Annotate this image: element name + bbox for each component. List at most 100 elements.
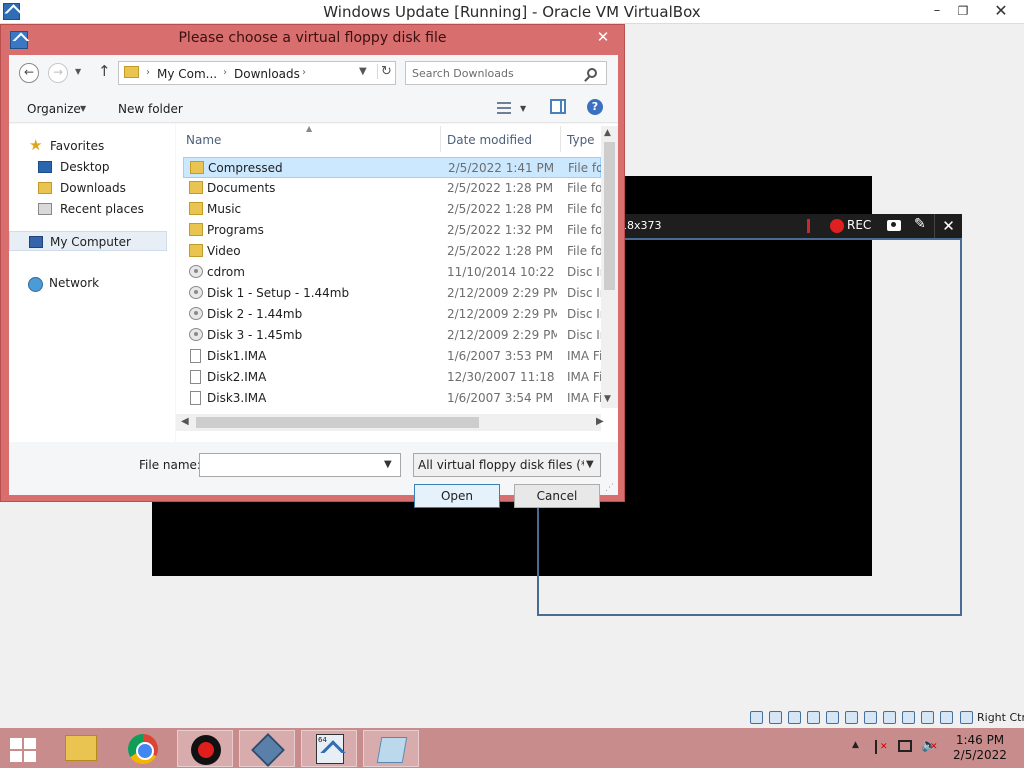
keyboard-capture-icon[interactable] bbox=[960, 711, 973, 724]
file-name-combobox[interactable]: ▼ bbox=[199, 453, 401, 477]
breadcrumb-separator-icon[interactable]: › bbox=[223, 67, 227, 78]
new-folder-button[interactable]: New folder bbox=[118, 102, 183, 116]
search-icon[interactable] bbox=[587, 68, 597, 78]
column-header-name[interactable]: Name bbox=[186, 133, 221, 147]
file-row[interactable]: Music 2/5/2022 1:28 PM File fol bbox=[183, 199, 601, 220]
start-button[interactable] bbox=[8, 736, 38, 762]
file-date: 12/30/2007 11:18 ... bbox=[447, 370, 557, 384]
audio-icon[interactable] bbox=[807, 711, 820, 724]
scrollbar-thumb[interactable] bbox=[196, 417, 479, 428]
mouse-integration-icon[interactable] bbox=[940, 711, 953, 724]
taskbar-screen-recorder[interactable] bbox=[177, 730, 233, 767]
scrollbar-thumb[interactable] bbox=[604, 142, 615, 290]
file-row[interactable]: Disk 2 - 1.44mb 2/12/2009 2:29 PM Disc I… bbox=[183, 304, 601, 325]
nav-item-recent-places[interactable]: Recent places bbox=[9, 199, 167, 219]
nav-item-label: Desktop bbox=[60, 160, 110, 174]
breadcrumb-separator-icon[interactable]: › bbox=[302, 67, 306, 78]
recent-locations-caret-icon[interactable]: ▼ bbox=[75, 67, 81, 76]
action-center-flag-icon[interactable] bbox=[875, 740, 888, 754]
cancel-button[interactable]: Cancel bbox=[514, 484, 600, 508]
record-icon[interactable] bbox=[830, 219, 844, 233]
display-icon[interactable] bbox=[883, 711, 896, 724]
chevron-down-icon[interactable]: ▼ bbox=[384, 459, 392, 470]
maximize-icon[interactable]: ❐ bbox=[948, 0, 978, 24]
system-clock[interactable]: 1:46 PM 2/5/2022 bbox=[944, 733, 1016, 763]
column-header-type[interactable]: Type bbox=[567, 133, 595, 147]
chevron-down-icon[interactable]: ▼ bbox=[586, 459, 594, 470]
file-row[interactable]: Compressed 2/5/2022 1:41 PM File fol bbox=[183, 157, 602, 178]
close-icon[interactable]: ✕ bbox=[934, 214, 962, 238]
file-name: Programs bbox=[207, 223, 264, 237]
refresh-icon[interactable]: ↻ bbox=[377, 64, 395, 79]
file-row[interactable]: Disk 3 - 1.45mb 2/12/2009 2:29 PM Disc I… bbox=[183, 325, 601, 346]
forward-arrow-icon[interactable]: → bbox=[48, 63, 68, 83]
nav-item-network[interactable]: Network bbox=[9, 273, 167, 293]
show-hidden-icons-icon[interactable]: ▲ bbox=[852, 740, 859, 750]
nav-item-desktop[interactable]: Desktop bbox=[9, 157, 167, 177]
hard-disk-icon[interactable] bbox=[750, 711, 763, 724]
toolbar-divider bbox=[807, 219, 810, 233]
file-row[interactable]: Disk3.IMA 1/6/2007 3:54 PM IMA Fi bbox=[183, 388, 601, 409]
chevron-down-icon[interactable]: ▼ bbox=[80, 104, 86, 113]
nav-item-downloads[interactable]: Downloads bbox=[9, 178, 167, 198]
network-adapter-icon[interactable] bbox=[826, 711, 839, 724]
recording-icon[interactable] bbox=[902, 711, 915, 724]
scroll-down-icon[interactable]: ▼ bbox=[604, 394, 611, 404]
change-view-icon[interactable] bbox=[497, 102, 511, 114]
file-row[interactable]: Video 2/5/2022 1:28 PM File fol bbox=[183, 241, 601, 262]
breadcrumb-separator-icon[interactable]: › bbox=[146, 67, 150, 78]
resize-grip-icon[interactable]: ⋰ bbox=[605, 483, 614, 493]
chevron-down-icon[interactable]: ▼ bbox=[359, 66, 367, 77]
column-divider[interactable] bbox=[560, 126, 561, 152]
file-row[interactable]: Programs 2/5/2022 1:32 PM File fol bbox=[183, 220, 601, 241]
taskbar-windows-vm[interactable]: 64 bbox=[301, 730, 357, 767]
help-icon[interactable]: ? bbox=[587, 99, 603, 115]
column-divider[interactable] bbox=[440, 126, 441, 152]
file-row[interactable]: Disk1.IMA 1/6/2007 3:53 PM IMA Fi bbox=[183, 346, 601, 367]
breadcrumb-downloads[interactable]: Downloads bbox=[234, 67, 300, 81]
taskbar-virtualbox[interactable] bbox=[239, 730, 295, 767]
search-input[interactable] bbox=[412, 66, 582, 81]
vertical-scrollbar[interactable]: ▲ ▼ bbox=[601, 126, 618, 408]
breadcrumb-my-computer[interactable]: My Com... bbox=[157, 67, 217, 81]
floppy-drive-icon[interactable] bbox=[788, 711, 801, 724]
nav-item-favorites[interactable]: ★ Favorites bbox=[9, 136, 167, 156]
back-arrow-icon[interactable]: ← bbox=[19, 63, 39, 83]
pen-icon[interactable]: ✎ bbox=[914, 216, 926, 232]
optical-drive-icon[interactable] bbox=[769, 711, 782, 724]
file-type: Disc In bbox=[567, 307, 601, 321]
close-icon[interactable]: ✕ bbox=[980, 0, 1022, 24]
scroll-right-icon[interactable]: ▶ bbox=[596, 416, 604, 427]
screenshot-camera-icon[interactable] bbox=[887, 220, 901, 231]
file-row[interactable]: Disk 1 - Setup - 1.44mb 2/12/2009 2:29 P… bbox=[183, 283, 601, 304]
chevron-down-icon[interactable]: ▼ bbox=[520, 104, 526, 113]
shared-folders-icon[interactable] bbox=[864, 711, 877, 724]
cpu-icon[interactable] bbox=[921, 711, 934, 724]
organize-button[interactable]: Organize bbox=[27, 102, 81, 116]
file-row[interactable]: cdrom 11/10/2014 10:22 ... Disc In bbox=[183, 262, 601, 283]
taskbar-wordpad[interactable] bbox=[363, 730, 419, 767]
scroll-left-icon[interactable]: ◀ bbox=[181, 416, 189, 427]
taskbar-file-explorer[interactable] bbox=[53, 730, 109, 767]
close-icon[interactable]: ✕ bbox=[589, 27, 617, 47]
address-bar[interactable]: › My Com... › Downloads › ▼ ↻ bbox=[118, 61, 396, 85]
up-arrow-icon[interactable]: ↑ bbox=[98, 62, 111, 80]
file-row[interactable]: Disk2.IMA 12/30/2007 11:18 ... IMA Fi bbox=[183, 367, 601, 388]
volume-muted-icon[interactable]: 🔈 bbox=[921, 738, 938, 753]
scroll-up-icon[interactable]: ▲ bbox=[604, 128, 611, 138]
record-button-label[interactable]: REC bbox=[847, 218, 871, 232]
network-status-icon[interactable] bbox=[898, 740, 912, 752]
usb-icon[interactable] bbox=[845, 711, 858, 724]
clock-date: 2/5/2022 bbox=[953, 748, 1007, 762]
nav-item-my-computer[interactable]: My Computer bbox=[9, 231, 167, 251]
horizontal-scrollbar[interactable]: ◀ ▶ bbox=[176, 414, 604, 431]
file-type-filter-select[interactable]: All virtual floppy disk files (*.im ▼ bbox=[413, 453, 601, 477]
file-row[interactable]: Documents 2/5/2022 1:28 PM File fol bbox=[183, 178, 601, 199]
file-name-input[interactable] bbox=[204, 458, 376, 473]
preview-pane-icon[interactable] bbox=[550, 99, 566, 114]
taskbar-chrome[interactable] bbox=[115, 730, 171, 767]
search-box[interactable] bbox=[405, 61, 607, 85]
file-date: 11/10/2014 10:22 ... bbox=[447, 265, 557, 279]
column-header-date[interactable]: Date modified bbox=[447, 133, 532, 147]
open-button[interactable]: Open bbox=[414, 484, 500, 508]
